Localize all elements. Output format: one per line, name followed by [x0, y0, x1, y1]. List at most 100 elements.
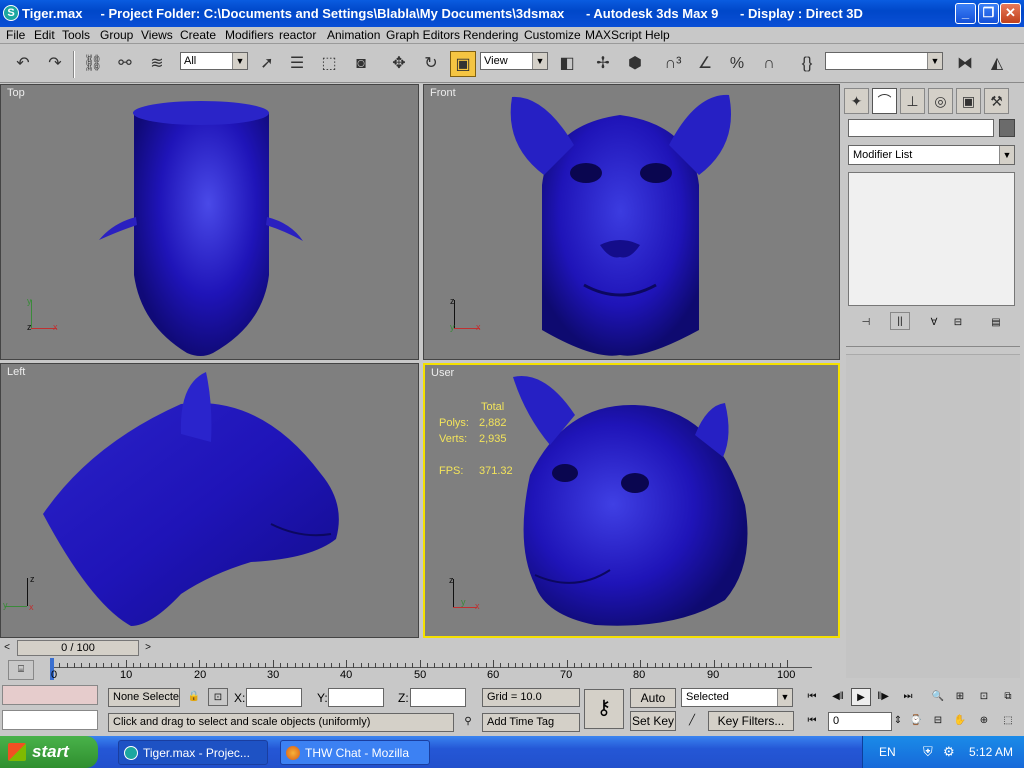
play-icon[interactable]: ▶ — [851, 688, 871, 706]
selection-filter-dropdown[interactable]: All ▼ — [180, 52, 248, 70]
language-indicator[interactable]: EN — [879, 745, 896, 759]
chevron-down-icon[interactable]: ▼ — [999, 146, 1014, 164]
title-bar[interactable]: S Tiger.max - Project Folder: C:\Documen… — [0, 0, 1024, 27]
select-and-manipulate-icon[interactable]: ✢ — [590, 51, 616, 77]
chevron-down-icon[interactable]: ▼ — [232, 53, 247, 69]
auto-key-button[interactable]: Auto Key — [630, 688, 676, 723]
menu-graph-editors[interactable]: Graph Editors — [386, 28, 460, 42]
start-button[interactable]: start — [0, 736, 98, 768]
select-and-link-icon[interactable]: ⛓ — [80, 51, 106, 77]
3ds-max-icon[interactable]: S — [3, 5, 19, 21]
security-shield-icon[interactable]: ⛨ — [923, 744, 933, 760]
bind-to-space-warp-icon[interactable]: ≋ — [144, 51, 170, 77]
snaps-toggle-icon[interactable]: ∩³ — [660, 51, 686, 77]
viewport-left[interactable]: Left z y x — [0, 363, 419, 638]
selection-lock-icon[interactable]: ⚲ — [458, 713, 478, 731]
maximize-viewport-icon[interactable]: ⬚ — [998, 712, 1018, 730]
undo-icon[interactable]: ↶ — [10, 51, 36, 77]
make-unique-icon[interactable]: ∀ — [924, 314, 944, 332]
key-mode-toggle-icon[interactable]: ⏮ — [802, 712, 822, 730]
y-coordinate-field[interactable] — [328, 688, 384, 707]
key-filters-button[interactable]: Key Filters... — [708, 711, 794, 731]
maxscript-input-mini[interactable] — [2, 710, 98, 730]
chevron-down-icon[interactable]: ▼ — [777, 689, 792, 706]
set-key-icon[interactable]: ⚷ — [584, 689, 624, 729]
select-and-scale-icon[interactable]: ▣ — [450, 51, 476, 77]
chevron-right-icon[interactable]: > — [141, 639, 155, 657]
taskbar-item-3dsmax[interactable]: Tiger.max - Projec... — [118, 740, 268, 765]
modifier-list-dropdown[interactable]: Modifier List ▼ — [848, 145, 1015, 165]
object-name-field[interactable] — [848, 119, 994, 137]
chevron-down-icon[interactable]: ▼ — [532, 53, 547, 69]
redo-icon[interactable]: ↷ — [42, 51, 68, 77]
lock-icon[interactable]: 🔒 — [184, 688, 204, 706]
chevron-left-icon[interactable]: < — [0, 639, 14, 657]
menu-create[interactable]: Create — [180, 28, 216, 42]
menu-reactor[interactable]: reactor — [279, 28, 316, 42]
menu-tools[interactable]: Tools — [62, 28, 90, 42]
remove-modifier-icon[interactable]: ⊟ — [948, 314, 968, 332]
maxscript-listener-mini[interactable] — [2, 685, 98, 705]
go-to-start-icon[interactable]: ⏮ — [802, 688, 822, 706]
go-to-end-icon[interactable]: ⏭ — [898, 688, 918, 706]
menu-views[interactable]: Views — [141, 28, 173, 42]
select-and-move-icon[interactable]: ✥ — [386, 51, 412, 77]
mirror-icon[interactable]: ⧓ — [952, 51, 978, 77]
edit-named-selection-icon[interactable]: {} — [794, 51, 820, 77]
x-coordinate-field[interactable] — [246, 688, 302, 707]
align-icon[interactable]: ◭ — [984, 51, 1010, 77]
minimize-button[interactable]: _ — [955, 3, 976, 24]
hierarchy-tab-icon[interactable]: ⊥ — [900, 88, 925, 114]
select-object-icon[interactable]: ➚ — [254, 51, 280, 77]
clock[interactable]: 5:12 AM — [969, 745, 1013, 759]
network-icon[interactable]: ⚙ — [943, 744, 955, 760]
chevron-down-icon[interactable]: ▼ — [927, 53, 942, 69]
zoom-extents-icon[interactable]: ⊡ — [974, 688, 994, 706]
pin-stack-icon[interactable]: ⊣ — [856, 314, 876, 332]
previous-frame-icon[interactable]: ◀‖ — [828, 688, 848, 706]
spinner-snap-icon[interactable]: ∩ — [756, 51, 782, 77]
field-of-view-icon[interactable]: ⊟ — [928, 712, 948, 730]
time-configuration-icon[interactable]: ⌚ — [906, 712, 926, 730]
create-tab-icon[interactable]: ✦ — [844, 88, 869, 114]
named-selection-sets-dropdown[interactable]: ▼ — [825, 52, 943, 70]
maximize-button[interactable]: ❐ — [978, 3, 999, 24]
configure-modifier-sets-icon[interactable]: ▤ — [986, 314, 1006, 332]
zoom-icon[interactable]: 🔍 — [928, 688, 948, 706]
viewport-user[interactable]: User Total Polys: 2,882 Verts: 2,935 FPS: 3… — [423, 363, 840, 638]
angle-snap-icon[interactable]: ∠ — [692, 51, 718, 77]
zoom-extents-all-icon[interactable]: ⧉ — [998, 688, 1018, 706]
zoom-all-icon[interactable]: ⊞ — [950, 688, 970, 706]
percent-snap-icon[interactable]: % — [724, 51, 750, 77]
next-frame-icon[interactable]: ‖▶ — [873, 688, 893, 706]
default-tangents-icon[interactable]: ╱ — [682, 712, 702, 730]
keyboard-shortcut-override-icon[interactable]: ⬢ — [622, 51, 648, 77]
pan-view-icon[interactable]: ✋ — [950, 712, 970, 730]
menu-edit[interactable]: Edit — [34, 28, 55, 42]
reference-coordinate-dropdown[interactable]: View ▼ — [480, 52, 548, 70]
current-frame-field[interactable]: 0 — [828, 712, 892, 731]
menu-maxscript[interactable]: MAXScript — [585, 28, 642, 42]
use-pivot-center-icon[interactable]: ◧ — [554, 51, 580, 77]
modify-tab-icon[interactable]: ⌒ — [872, 88, 897, 114]
frame-spinner[interactable]: ⇕ — [892, 712, 904, 730]
unlink-selection-icon[interactable]: ⚯ — [112, 51, 138, 77]
track-bar[interactable]: ⌸ 0 10 20 30 40 50 60 70 80 90 100 — [0, 658, 840, 682]
menu-group[interactable]: Group — [100, 28, 133, 42]
key-mode-dropdown[interactable]: Selected ▼ — [681, 688, 793, 707]
viewport-top[interactable]: Top y z x — [0, 84, 419, 360]
select-and-rotate-icon[interactable]: ↻ — [418, 51, 444, 77]
utilities-tab-icon[interactable]: ⚒ — [984, 88, 1009, 114]
menu-animation[interactable]: Animation — [327, 28, 380, 42]
taskbar-item-firefox[interactable]: THW Chat - Mozilla Fi... — [280, 740, 430, 765]
menu-file[interactable]: File — [6, 28, 25, 42]
open-mini-curve-editor-icon[interactable]: ⌸ — [8, 660, 34, 680]
object-color-swatch[interactable] — [999, 119, 1015, 137]
close-button[interactable]: ✕ — [1000, 3, 1021, 24]
display-tab-icon[interactable]: ▣ — [956, 88, 981, 114]
menu-help[interactable]: Help — [645, 28, 670, 42]
time-slider-thumb[interactable]: 0 / 100 — [17, 640, 139, 656]
arc-rotate-icon[interactable]: ⊕ — [974, 712, 994, 730]
viewport-front[interactable]: Front z y x — [423, 84, 840, 360]
menu-rendering[interactable]: Rendering — [463, 28, 518, 42]
